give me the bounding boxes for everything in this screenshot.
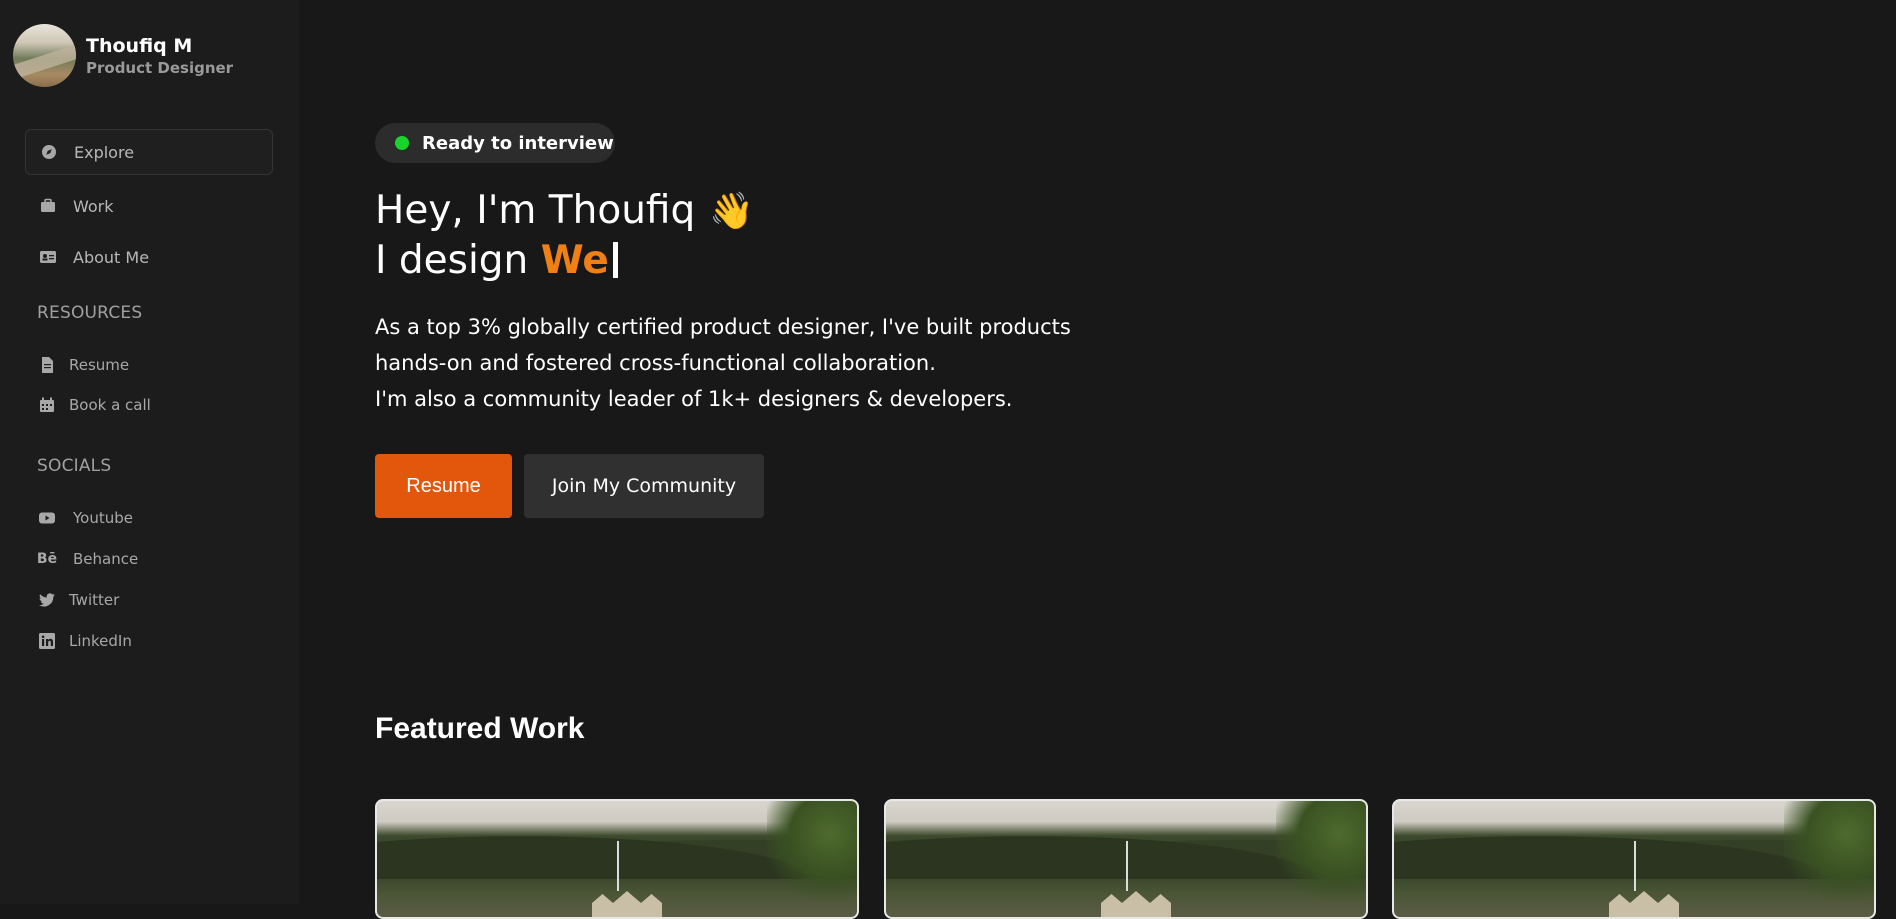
- behance-icon: Bē: [36, 551, 58, 567]
- hero-typed-word: We: [540, 238, 609, 283]
- profile-name: Thoufiq M: [86, 34, 193, 57]
- status-dot: [395, 136, 409, 150]
- featured-work-card[interactable]: [884, 799, 1368, 919]
- briefcase-icon: [39, 197, 57, 215]
- social-item-label: LinkedIn: [69, 632, 132, 650]
- resume-button[interactable]: Resume: [375, 454, 512, 518]
- profile-role: Product Designer: [86, 58, 234, 77]
- featured-work-card[interactable]: [1392, 799, 1876, 919]
- youtube-icon: [39, 509, 55, 527]
- social-item-behance[interactable]: Bē Behance: [36, 547, 139, 571]
- status-text: Ready to interview: [422, 132, 614, 154]
- social-item-label: Behance: [73, 550, 139, 568]
- resource-item-book-a-call[interactable]: Book a call: [39, 393, 151, 417]
- intro-line: I'm also a community leader of 1k+ desig…: [375, 387, 1013, 411]
- hero-greeting: Hey, I'm Thoufiq: [375, 188, 696, 233]
- nav-item-explore[interactable]: Explore: [25, 129, 273, 175]
- twitter-icon: [39, 591, 55, 609]
- social-item-twitter[interactable]: Twitter: [39, 588, 119, 612]
- status-badge: Ready to interview: [375, 123, 615, 163]
- hero-design-prefix: I design: [375, 238, 541, 283]
- intro-line: As a top 3% globally certified product d…: [375, 315, 1071, 339]
- social-item-label: Youtube: [73, 509, 133, 527]
- social-item-label: Twitter: [69, 591, 120, 609]
- resource-item-label: Book a call: [69, 396, 151, 414]
- featured-work-card[interactable]: [375, 799, 859, 919]
- join-community-button[interactable]: Join My Community: [524, 454, 764, 518]
- avatar: [13, 24, 76, 87]
- compass-icon: [40, 143, 58, 161]
- profile: Thoufiq M Product Designer: [13, 24, 233, 87]
- linkedin-icon: [39, 632, 55, 650]
- social-item-linkedin[interactable]: LinkedIn: [39, 629, 132, 653]
- nav-item-label: Work: [73, 196, 114, 216]
- nav-item-about-me[interactable]: About Me: [25, 234, 273, 280]
- nav-item-label: About Me: [73, 247, 150, 267]
- featured-work-title: Featured Work: [375, 712, 585, 745]
- calendar-icon: [39, 396, 55, 414]
- social-item-youtube[interactable]: Youtube: [39, 506, 133, 530]
- resource-item-label: Resume: [69, 356, 130, 374]
- intro-line: hands-on and fostered cross-functional c…: [375, 351, 936, 375]
- hero-intro: As a top 3% globally certified product d…: [375, 309, 1135, 417]
- nav-item-label: Explore: [74, 142, 135, 162]
- hero-headline: Hey, I'm Thoufiq 👋 I design We: [375, 186, 754, 285]
- typing-cursor: [612, 242, 618, 278]
- resources-heading: RESOURCES: [37, 303, 143, 323]
- id-card-icon: [39, 248, 57, 266]
- file-icon: [39, 356, 55, 374]
- wave-emoji-icon: 👋: [709, 191, 755, 232]
- resource-item-resume[interactable]: Resume: [39, 353, 129, 377]
- nav-item-work[interactable]: Work: [25, 183, 273, 229]
- sidebar: Thoufiq M Product Designer Explore Work …: [0, 0, 299, 904]
- socials-heading: SOCIALS: [37, 456, 112, 476]
